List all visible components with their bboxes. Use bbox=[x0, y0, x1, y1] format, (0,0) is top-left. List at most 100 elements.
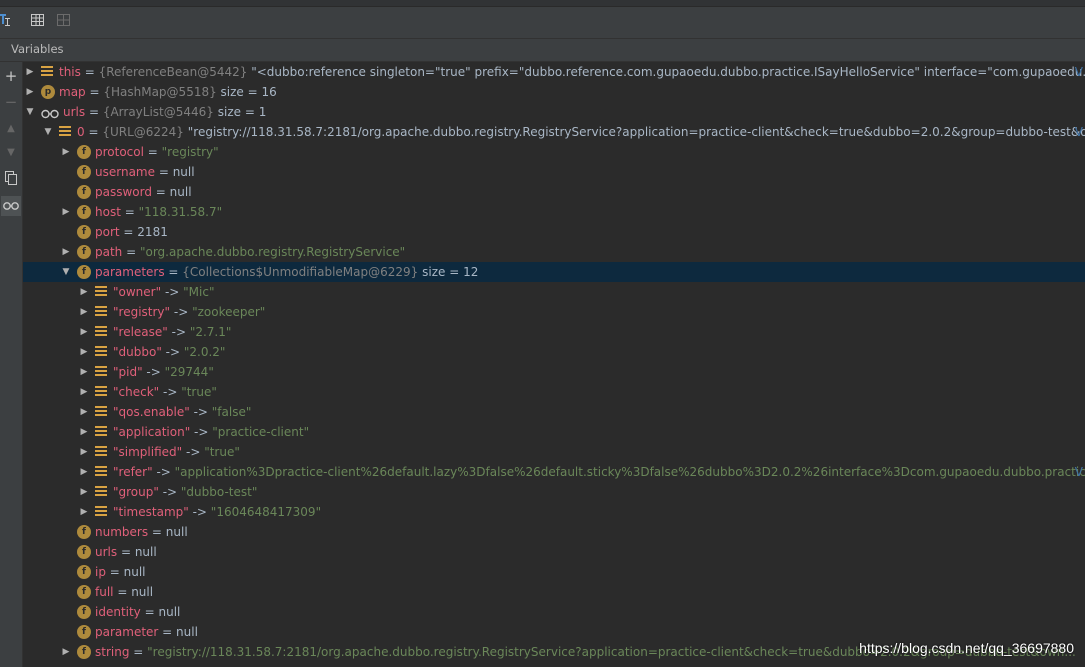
expand-arrow-icon[interactable]: ▶ bbox=[61, 142, 71, 162]
variable-value: null bbox=[123, 565, 146, 579]
expand-arrow-icon[interactable]: ▶ bbox=[61, 242, 71, 262]
operator: = bbox=[151, 185, 170, 199]
copy-icon[interactable] bbox=[1, 168, 21, 188]
tree-row[interactable]: ▼ f parameters = {Collections$Unmodifiable… bbox=[23, 262, 1085, 282]
expand-arrow-icon[interactable]: ▶ bbox=[79, 382, 89, 402]
variables-tree[interactable]: ▶ this = {ReferenceBean@5442} "<dubbo:ref… bbox=[23, 62, 1085, 667]
expand-arrow-icon[interactable]: ▶ bbox=[79, 422, 89, 442]
variable-type: {Collections$UnmodifiableMap@6229} bbox=[182, 265, 419, 279]
object-icon bbox=[95, 426, 107, 438]
move-down-icon[interactable]: ▼ bbox=[1, 142, 21, 162]
operator: = bbox=[105, 565, 124, 579]
tree-row[interactable]: ▶ "timestamp" -> "1604648417309" bbox=[23, 502, 1085, 522]
variable-name: "timestamp" bbox=[113, 505, 189, 519]
expand-arrow-icon[interactable]: ▶ bbox=[79, 442, 89, 462]
cursor-text-icon[interactable] bbox=[0, 12, 16, 28]
operator: -> bbox=[190, 425, 213, 439]
field-icon: f bbox=[77, 645, 91, 659]
collapse-arrow-icon[interactable]: ▼ bbox=[25, 102, 35, 122]
tree-row[interactable]: ▶ "qos.enable" -> "false" bbox=[23, 402, 1085, 422]
remove-icon[interactable]: − bbox=[1, 92, 21, 112]
variable-value: "zookeeper" bbox=[192, 305, 266, 319]
operator: = bbox=[113, 585, 132, 599]
tree-row[interactable]: ▶ f host = "118.31.58.7" bbox=[23, 202, 1085, 222]
operator: = bbox=[85, 85, 104, 99]
variable-name: full bbox=[95, 585, 114, 599]
variable-name: "registry" bbox=[113, 305, 171, 319]
expand-arrow-icon[interactable]: ▶ bbox=[79, 402, 89, 422]
variable-value: "true" bbox=[181, 385, 217, 399]
tree-row[interactable]: f urls = null bbox=[23, 542, 1085, 562]
tree-row[interactable]: ▶ this = {ReferenceBean@5442} "<dubbo:ref… bbox=[23, 62, 1085, 82]
expand-arrow-icon[interactable]: ▶ bbox=[79, 462, 89, 482]
operator: = bbox=[85, 105, 103, 119]
expand-arrow-icon[interactable]: ▶ bbox=[79, 482, 89, 502]
variable-name: map bbox=[59, 85, 86, 99]
expand-arrow-icon[interactable]: ▶ bbox=[61, 642, 71, 662]
tree-row[interactable]: ▶ "simplified" -> "true" bbox=[23, 442, 1085, 462]
variable-type: {HashMap@5518} bbox=[103, 85, 217, 99]
tree-row[interactable]: ▶ p map = {HashMap@5518} size = 16 bbox=[23, 82, 1085, 102]
variable-value: null bbox=[176, 625, 198, 639]
variable-name: numbers bbox=[95, 525, 149, 539]
tree-row[interactable]: ▼ 0 = {URL@6224} "registry://118.31.58.7:… bbox=[23, 122, 1085, 142]
expand-arrow-icon[interactable]: ▶ bbox=[25, 82, 35, 102]
tree-row[interactable]: ▶ "refer" -> "application%3Dpractice-clie… bbox=[23, 462, 1085, 482]
tree-row[interactable]: f port = 2181 bbox=[23, 222, 1085, 242]
operator: -> bbox=[142, 365, 165, 379]
table-icon[interactable] bbox=[30, 12, 46, 28]
variable-value: 2181 bbox=[137, 225, 168, 239]
debugger-toolbar bbox=[0, 0, 1085, 39]
operator: = bbox=[148, 525, 166, 539]
field-icon: f bbox=[77, 565, 91, 579]
tree-row[interactable]: ▶ "dubbo" -> "2.0.2" bbox=[23, 342, 1085, 362]
tree-row[interactable]: ▶ "pid" -> "29744" bbox=[23, 362, 1085, 382]
tree-row[interactable]: f full = null bbox=[23, 582, 1085, 602]
tree-row[interactable]: ▶ f path = "org.apache.dubbo.registry.Regi… bbox=[23, 242, 1085, 262]
operator: -> bbox=[159, 385, 182, 399]
expand-arrow-icon[interactable]: ▶ bbox=[61, 202, 71, 222]
move-up-icon[interactable]: ▲ bbox=[1, 118, 21, 138]
watches-icon[interactable] bbox=[1, 196, 21, 216]
view-link[interactable]: V bbox=[1075, 62, 1083, 82]
tree-row[interactable]: ▶ "group" -> "dubbo-test" bbox=[23, 482, 1085, 502]
operator: = bbox=[143, 145, 162, 159]
expand-arrow-icon[interactable]: ▶ bbox=[79, 302, 89, 322]
expand-arrow-icon[interactable]: ▶ bbox=[79, 362, 89, 382]
operator: = bbox=[122, 245, 140, 259]
tree-row[interactable]: ▶ f protocol = "registry" bbox=[23, 142, 1085, 162]
tree-row[interactable]: ▶ "registry" -> "zookeeper" bbox=[23, 302, 1085, 322]
variable-name: "simplified" bbox=[113, 445, 183, 459]
object-icon bbox=[95, 326, 107, 338]
variable-value: "1604648417309" bbox=[210, 505, 322, 519]
tree-row[interactable]: ▶ "application" -> "practice-client" bbox=[23, 422, 1085, 442]
expand-arrow-icon[interactable]: ▶ bbox=[79, 282, 89, 302]
add-icon[interactable]: + bbox=[1, 66, 21, 86]
tree-row[interactable]: f ip = null bbox=[23, 562, 1085, 582]
tree-row[interactable]: ▶ "release" -> "2.7.1" bbox=[23, 322, 1085, 342]
view-link[interactable]: V bbox=[1075, 462, 1083, 482]
table-disabled-icon[interactable] bbox=[56, 12, 72, 28]
tree-row[interactable]: ▼ urls = {ArrayList@5446} size = 1 bbox=[23, 102, 1085, 122]
tree-row[interactable]: f username = null bbox=[23, 162, 1085, 182]
field-icon: f bbox=[77, 525, 91, 539]
collapse-arrow-icon[interactable]: ▼ bbox=[43, 122, 53, 142]
view-link[interactable]: V bbox=[1075, 122, 1083, 142]
tree-row[interactable]: ▶ "check" -> "true" bbox=[23, 382, 1085, 402]
expand-arrow-icon[interactable]: ▶ bbox=[79, 502, 89, 522]
variable-name: port bbox=[95, 225, 120, 239]
field-icon: f bbox=[77, 545, 91, 559]
expand-arrow-icon[interactable]: ▶ bbox=[79, 342, 89, 362]
tree-row[interactable]: ▶ "owner" -> "Mic" bbox=[23, 282, 1085, 302]
tree-row[interactable]: f password = null bbox=[23, 182, 1085, 202]
tree-row[interactable]: f identity = null bbox=[23, 602, 1085, 622]
variable-value: null bbox=[165, 525, 188, 539]
variable-value: null bbox=[158, 605, 181, 619]
expand-arrow-icon[interactable]: ▶ bbox=[25, 62, 35, 82]
tree-row[interactable]: f parameter = null bbox=[23, 622, 1085, 642]
tree-row[interactable]: f numbers = null bbox=[23, 522, 1085, 542]
collapse-arrow-icon[interactable]: ▼ bbox=[61, 262, 71, 282]
expand-arrow-icon[interactable]: ▶ bbox=[79, 322, 89, 342]
operator: = bbox=[155, 165, 173, 179]
operator: = bbox=[129, 645, 148, 659]
